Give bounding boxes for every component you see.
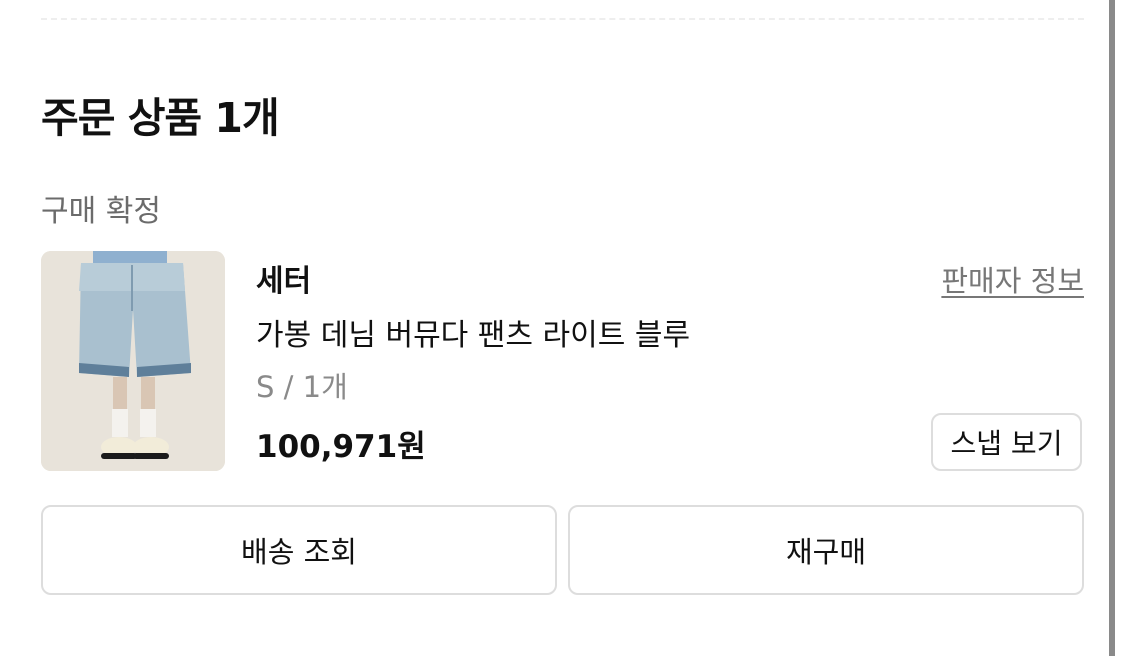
denim-shorts-photo-icon [41,251,225,471]
product-name: 가봉 데님 버뮤다 팬츠 라이트 블루 [256,318,691,353]
rebuy-button[interactable]: 재구매 [568,505,1084,595]
product-price: 100,971원 [256,429,426,465]
order-status-label: 구매 확정 [41,194,161,229]
product-option: S / 1개 [256,370,348,404]
section-title: 주문 상품 1개 [41,94,280,142]
brand-name: 세터 [256,264,312,299]
order-product-panel: 주문 상품 1개 구매 확정 세터 판매자 정보 가봉 데님 버뮤다 팬츠 라이… [0,0,1125,656]
seller-info-link[interactable]: 판매자 정보 [941,258,1084,300]
product-thumbnail[interactable] [41,251,225,471]
snap-view-button[interactable]: 스냅 보기 [931,413,1082,471]
top-divider [41,18,1084,20]
scrollbar[interactable] [1109,0,1115,656]
track-delivery-button[interactable]: 배송 조회 [41,505,557,595]
